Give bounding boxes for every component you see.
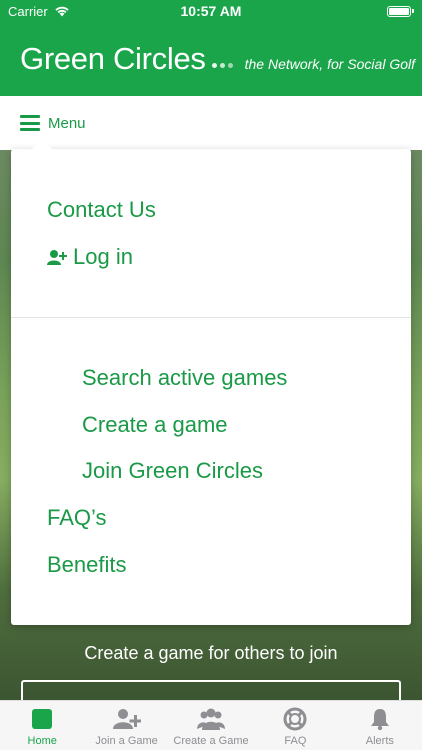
add-user-icon [112, 709, 141, 729]
brand-dots-logo [211, 62, 233, 68]
carrier-label: Carrier [8, 3, 48, 19]
menu-item-contact-us[interactable]: Contact Us [47, 197, 156, 223]
menu-divider [11, 317, 411, 318]
app-header: Green Circles the Network, for Social Go… [0, 22, 422, 96]
wifi-icon [55, 6, 69, 17]
battery-icon [387, 5, 414, 17]
hamburger-icon [20, 115, 40, 131]
menu-item-create-a-game[interactable]: Create a game [82, 412, 228, 438]
menu-item-label: Create a game [82, 412, 228, 437]
tagline: the Network, for Social Golf [244, 56, 416, 72]
menu-item-label: Log in [73, 244, 133, 269]
tab-home[interactable]: Home [0, 701, 84, 750]
bell-icon [370, 709, 389, 731]
menu-item-label: Search active games [82, 365, 288, 390]
add-user-icon [47, 250, 67, 265]
status-left: Carrier [8, 4, 70, 19]
menu-item-join-green-circles[interactable]: Join Green Circles [82, 458, 263, 484]
menu-item-search-active-games[interactable]: Search active games [82, 365, 287, 391]
tab-faq[interactable]: FAQ [253, 701, 337, 750]
dropdown-menu: Contact Us Log in Search active games Cr… [11, 139, 411, 625]
create-game-prompt: Create a game for others to join [84, 643, 338, 663]
menu-item-faqs[interactable]: FAQ’s [47, 505, 107, 531]
status-bar: Carrier 10:57 AM [0, 0, 422, 22]
home-square-icon [32, 709, 53, 729]
lifebuoy-icon [283, 707, 307, 731]
menu-item-log-in[interactable]: Log in [47, 244, 133, 270]
tab-label: Join a Game [95, 735, 158, 747]
tab-label: Alerts [365, 735, 394, 747]
menu-label: Menu [48, 114, 86, 132]
tab-create-a-game[interactable]: Create a Game [169, 701, 253, 750]
tab-label: Create a Game [173, 735, 249, 747]
menu-item-label: Join Green Circles [82, 458, 263, 483]
brand-title[interactable]: Green Circles [20, 41, 206, 77]
menu-item-label: Contact Us [47, 197, 156, 222]
menu-toggle[interactable]: Menu [0, 96, 422, 150]
group-icon [197, 708, 226, 730]
menu-item-label: FAQ’s [47, 505, 107, 530]
tab-label: FAQ [284, 735, 307, 747]
menu-item-label: Benefits [47, 552, 127, 577]
menu-item-benefits[interactable]: Benefits [47, 552, 127, 578]
tab-alerts[interactable]: Alerts [338, 701, 422, 750]
tab-join-a-game[interactable]: Join a Game [84, 701, 168, 750]
tab-label: Home [27, 735, 57, 747]
tab-bar: Home Join a Game Create a Game FAQ Alert… [0, 700, 422, 750]
